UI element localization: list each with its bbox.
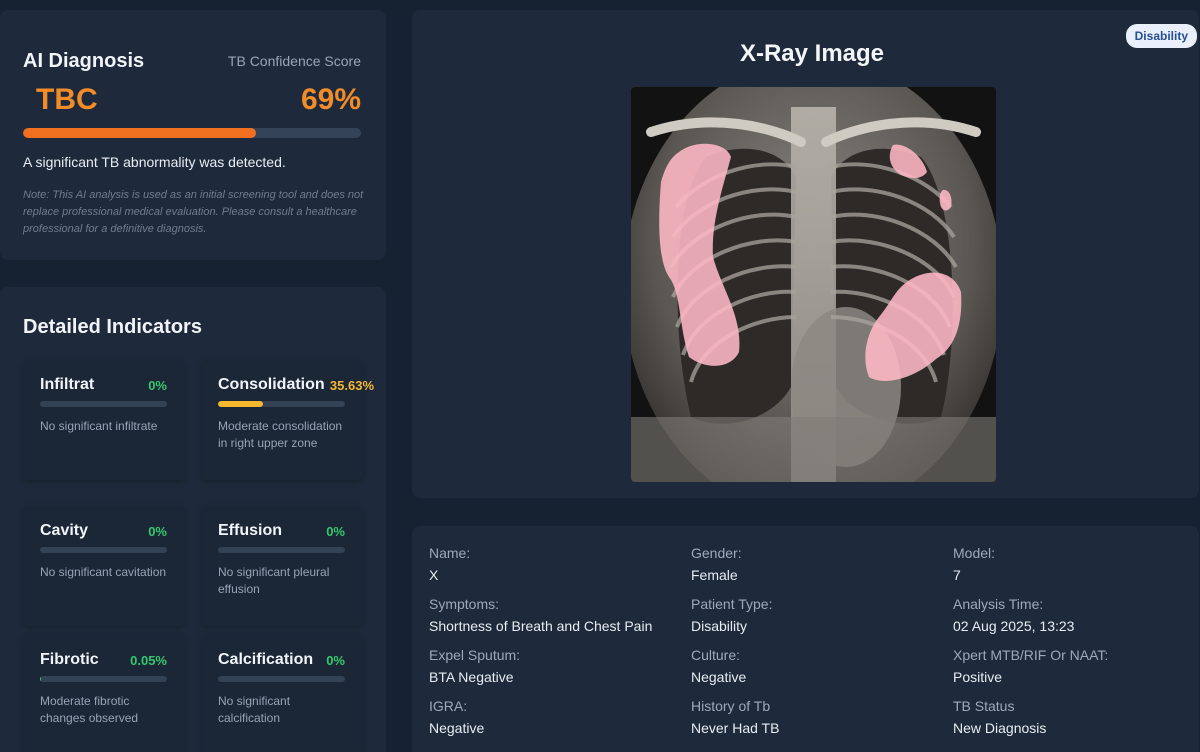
indicator-name: Consolidation xyxy=(218,376,325,393)
indicator-bar xyxy=(218,547,345,553)
indicator-description: Moderate fibrotic changes observed xyxy=(40,694,139,725)
field-name: Name: X xyxy=(429,545,679,583)
indicator-card-cavity: Cavity 0% No significant cavitation xyxy=(23,506,185,626)
indicator-bar-fill xyxy=(40,676,42,682)
field-value: X xyxy=(429,567,439,583)
field-tb-status: TB Status New Diagnosis xyxy=(953,698,1200,736)
field-value: BTA Negative xyxy=(429,669,514,685)
xray-panel: X-Ray Image Disability xyxy=(412,10,1199,498)
field-value: 7 xyxy=(953,567,961,583)
indicator-value: 0% xyxy=(148,378,167,393)
chest-xray-image[interactable] xyxy=(631,87,996,482)
indicator-name: Fibrotic xyxy=(40,651,99,668)
field-value: Negative xyxy=(691,669,747,685)
field-history-tb: History of Tb Never Had TB xyxy=(691,698,941,736)
indicator-bar-fill xyxy=(218,401,264,407)
field-value: Disability xyxy=(691,618,748,634)
field-label: Analysis Time: xyxy=(953,596,1044,612)
indicator-description: No significant calcification xyxy=(218,694,291,725)
confidence-bar-fill xyxy=(23,128,257,138)
indicator-value: 0% xyxy=(326,524,345,539)
field-label: Patient Type: xyxy=(691,596,773,612)
indicator-name: Infiltrat xyxy=(40,376,95,393)
indicator-card-infiltrat: Infiltrat 0% No significant infiltrate xyxy=(23,360,185,480)
confidence-bar xyxy=(23,128,361,138)
confidence-score-value: 69% xyxy=(300,83,361,116)
field-value: New Diagnosis xyxy=(953,720,1047,736)
detailed-indicators-panel: Detailed Indicators Infiltrat 0% No sign… xyxy=(0,287,386,752)
field-culture: Culture: Negative xyxy=(691,647,941,685)
indicator-card-effusion: Effusion 0% No significant pleural effus… xyxy=(201,506,363,626)
field-value: 02 Aug 2025, 13:23 xyxy=(953,618,1075,634)
indicator-bar xyxy=(218,676,345,682)
confidence-score-label: TB Confidence Score xyxy=(227,53,361,69)
patient-type-badge[interactable]: Disability xyxy=(1125,24,1197,48)
diagnosis-message: A significant TB abnormality was detecte… xyxy=(23,154,286,170)
indicator-bar xyxy=(40,676,167,682)
field-label: Model: xyxy=(953,545,996,561)
indicator-description: Moderate consolidation in right upper zo… xyxy=(218,419,343,450)
field-label: Xpert MTB/RIF Or NAAT: xyxy=(953,647,1109,663)
field-label: IGRA: xyxy=(429,698,468,714)
field-model: Model: 7 xyxy=(953,545,1200,583)
indicator-bar xyxy=(40,401,167,407)
field-label: Expel Sputum: xyxy=(429,647,521,663)
patient-info-panel: Name: X Gender: Female Model: 7 Symptoms… xyxy=(412,526,1199,752)
field-gender: Gender: Female xyxy=(691,545,941,583)
xray-title: X-Ray Image xyxy=(739,40,885,67)
indicator-name: Cavity xyxy=(40,522,89,539)
field-label: Name: xyxy=(429,545,471,561)
field-analysis-time: Analysis Time: 02 Aug 2025, 13:23 xyxy=(953,596,1200,634)
field-label: Gender: xyxy=(691,545,742,561)
field-label: History of Tb xyxy=(691,698,771,714)
indicator-name: Calcification xyxy=(218,651,314,668)
field-value: Negative xyxy=(429,720,485,736)
indicator-value: 0% xyxy=(148,524,167,539)
indicator-description: No significant infiltrate xyxy=(40,419,158,433)
indicator-value: 0% xyxy=(326,653,345,668)
disclaimer-note: Note: This AI analysis is used as an ini… xyxy=(23,189,364,235)
field-xpert: Xpert MTB/RIF Or NAAT: Positive xyxy=(953,647,1200,685)
chest-xray-illustration xyxy=(631,87,996,482)
field-patient-type: Patient Type: Disability xyxy=(691,596,941,634)
indicator-description: No significant cavitation xyxy=(40,565,167,579)
field-expel-sputum: Expel Sputum: BTA Negative xyxy=(429,647,679,685)
ai-diagnosis-title: AI Diagnosis xyxy=(23,50,145,72)
field-igra: IGRA: Negative xyxy=(429,698,679,736)
field-value: Positive xyxy=(953,669,1003,685)
field-value: Female xyxy=(691,567,738,583)
diagnosis-result: TBC xyxy=(36,83,98,116)
field-label: TB Status xyxy=(953,698,1015,714)
field-label: Culture: xyxy=(691,647,741,663)
indicator-description: No significant pleural effusion xyxy=(218,565,330,596)
indicator-card-fibrotic: Fibrotic 0.05% Moderate fibrotic changes… xyxy=(23,635,185,752)
indicator-name: Effusion xyxy=(218,522,282,539)
field-value: Shortness of Breath and Chest Pain xyxy=(429,618,653,634)
field-value: Never Had TB xyxy=(691,720,780,736)
indicator-value: 0.05% xyxy=(130,653,167,668)
indicator-bar xyxy=(40,547,167,553)
field-label: Symptoms: xyxy=(429,596,500,612)
detailed-indicators-title: Detailed Indicators xyxy=(23,316,202,338)
ai-diagnosis-panel: AI Diagnosis TB Confidence Score TBC 69%… xyxy=(0,10,386,260)
indicator-card-calcification: Calcification 0% No significant calcific… xyxy=(201,635,363,752)
indicator-bar xyxy=(218,401,345,407)
indicator-value: 35.63% xyxy=(329,378,374,393)
indicator-card-consolidation: Consolidation 35.63% Moderate consolidat… xyxy=(201,360,374,480)
field-symptoms: Symptoms: Shortness of Breath and Chest … xyxy=(429,596,679,634)
